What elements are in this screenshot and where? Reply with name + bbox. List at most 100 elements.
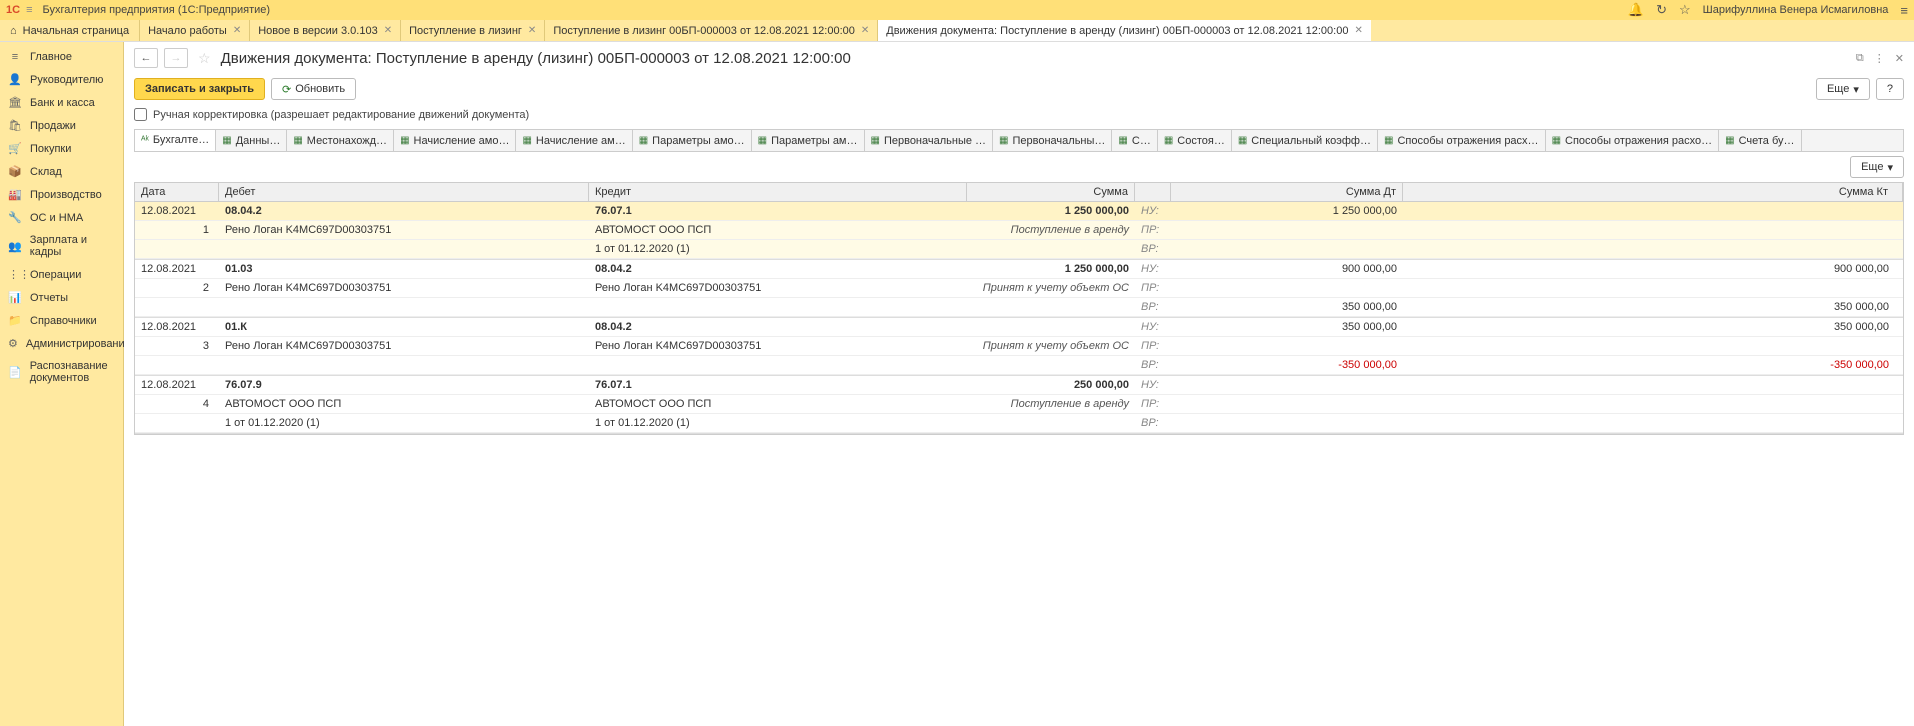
menu-icon[interactable]: ≡ <box>26 4 32 16</box>
favorite-icon[interactable]: ☆ <box>198 50 211 67</box>
table-row[interactable]: 4АВТОМОСТ ООО ПСПАВТОМОСТ ООО ПСППоступл… <box>135 395 1903 414</box>
sidebar-item[interactable]: 👤Руководителю <box>0 68 123 91</box>
sidebar-label: Банк и касса <box>30 97 95 109</box>
sidebar-item[interactable]: 🛒Покупки <box>0 137 123 160</box>
nav-forward-button[interactable]: → <box>164 48 188 68</box>
subtab[interactable]: ▦ Данны… <box>216 130 287 151</box>
doc-title: Движения документа: Поступление в аренду… <box>221 50 851 67</box>
star-icon[interactable]: ☆ <box>1679 2 1691 18</box>
subtab-label: Параметры амо… <box>652 135 745 147</box>
sidebar-item[interactable]: 🛍Продажи <box>0 114 123 137</box>
user-name[interactable]: Шарифуллина Венера Исмагиловна <box>1703 4 1889 16</box>
subtab[interactable]: ▦Параметры ам… <box>752 130 865 151</box>
col-debit[interactable]: Дебет <box>219 183 589 201</box>
table-row[interactable]: 12.08.202176.07.976.07.1250 000,00НУ: <box>135 376 1903 395</box>
toolbar: Записать и закрыть ⟳Обновить Еще ▾ ? <box>124 74 1914 104</box>
col-date[interactable]: Дата <box>135 183 219 201</box>
table-row[interactable]: 1 от 01.12.2020 (1)1 от 01.12.2020 (1)ВР… <box>135 414 1903 433</box>
sidebar-icon: 📊 <box>8 291 22 304</box>
more-icon[interactable]: ⋮ <box>1874 52 1885 65</box>
table-row[interactable]: 1 от 01.12.2020 (1)ВР: <box>135 240 1903 259</box>
sidebar-item[interactable]: 👥Зарплата и кадры <box>0 229 123 263</box>
subtab[interactable]: ▦Первоначальные … <box>865 130 994 151</box>
subtab[interactable]: ▦Специальный коэфф… <box>1232 130 1378 151</box>
sidebar-item[interactable]: 📊Отчеты <box>0 286 123 309</box>
grid-more-button[interactable]: Еще ▾ <box>1850 156 1904 178</box>
subtab[interactable]: ▦Первоначальны… <box>993 130 1112 151</box>
subtab[interactable]: ▦С… <box>1112 130 1157 151</box>
tab-label: Движения документа: Поступление в аренду… <box>886 25 1348 37</box>
refresh-button[interactable]: ⟳Обновить <box>271 78 356 100</box>
tab[interactable]: Поступление в лизинг 00БП-000003 от 12.0… <box>544 20 877 41</box>
tab-close-icon[interactable]: ✕ <box>233 25 241 36</box>
sidebar-icon: 📁 <box>8 314 22 327</box>
subtab[interactable]: ▦ Местонахожд… <box>287 130 394 151</box>
subtab[interactable]: ▦Параметры амо… <box>633 130 752 151</box>
subtab[interactable]: ▦Способы отражения расх… <box>1378 130 1546 151</box>
help-button[interactable]: ? <box>1876 78 1904 100</box>
subtab-label: Способы отражения расхо… <box>1565 135 1712 147</box>
subtab-label: Параметры ам… <box>771 135 857 147</box>
home-tab[interactable]: ⌂ Начальная страница <box>0 20 139 41</box>
tab[interactable]: Движения документа: Поступление в аренду… <box>877 20 1371 41</box>
link-icon[interactable]: ⧉ <box>1856 52 1864 65</box>
sidebar-label: Справочники <box>30 315 97 327</box>
table-row[interactable]: 2Рено Логан K4MC697D00303751Рено Логан K… <box>135 279 1903 298</box>
sidebar-item[interactable]: 🏭Производство <box>0 183 123 206</box>
sidebar-item[interactable]: 📄Распознавание документов <box>0 355 123 389</box>
subtab-label: Состоя… <box>1177 135 1225 147</box>
sidebar-item[interactable]: 🏛Банк и касса <box>0 91 123 114</box>
tab-close-icon[interactable]: ✕ <box>861 25 869 36</box>
sidebar-item[interactable]: ⋮⋮Операции <box>0 263 123 286</box>
tab[interactable]: Поступление в лизинг ✕ <box>400 20 544 41</box>
table-row[interactable]: 12.08.202108.04.276.07.11 250 000,00НУ:1… <box>135 202 1903 221</box>
subtab[interactable]: ▦Счета бу… <box>1719 130 1801 151</box>
settings-icon[interactable]: ≡ <box>1900 3 1908 18</box>
tab-close-icon[interactable]: ✕ <box>384 25 392 36</box>
table-icon: ▦ <box>222 135 231 146</box>
sidebar-item[interactable]: ⚙Администрирование <box>0 332 123 355</box>
save-close-button[interactable]: Записать и закрыть <box>134 78 265 100</box>
subtab[interactable]: ᴬᵏБухгалте… <box>135 130 216 152</box>
nav-back-button[interactable]: ← <box>134 48 158 68</box>
sidebar-label: ОС и НМА <box>30 212 83 224</box>
subtab[interactable]: ▦Начисление ам… <box>516 130 632 151</box>
tab[interactable]: Новое в версии 3.0.103✕ <box>249 20 400 41</box>
table-row[interactable]: 3Рено Логан K4MC697D00303751Рено Логан K… <box>135 337 1903 356</box>
tab-close-icon[interactable]: ✕ <box>1354 25 1362 36</box>
manual-edit-checkbox[interactable] <box>134 108 147 121</box>
tab[interactable]: Начало работы✕ <box>139 20 249 41</box>
tab-label: Поступление в лизинг <box>409 25 522 37</box>
table-row[interactable]: ВР:-350 000,00-350 000,00 <box>135 356 1903 375</box>
close-icon[interactable]: ✕ <box>1895 52 1904 65</box>
table-row[interactable]: 12.08.202101.К08.04.2НУ:350 000,00350 00… <box>135 318 1903 337</box>
app-title: Бухгалтерия предприятия (1С:Предприятие) <box>42 4 270 16</box>
subtab-label: Начисление амо… <box>414 135 510 147</box>
col-sumkt[interactable]: Сумма Кт <box>1403 183 1903 201</box>
col-sum[interactable]: Сумма <box>967 183 1135 201</box>
home-icon: ⌂ <box>10 25 17 37</box>
more-button[interactable]: Еще ▾ <box>1816 78 1870 100</box>
table-icon: ▦ <box>1164 135 1173 146</box>
sidebar-item[interactable]: 🔧 ОС и НМА <box>0 206 123 229</box>
subtab[interactable]: ▦ Состоя… <box>1158 130 1232 151</box>
table-row[interactable]: ВР:350 000,00350 000,00 <box>135 298 1903 317</box>
bell-icon[interactable]: 🔔 <box>1628 2 1644 18</box>
sidebar-icon: 🔧 <box>8 211 22 224</box>
sidebar-icon: ⋮⋮ <box>8 268 22 281</box>
tab-close-icon[interactable]: ✕ <box>528 25 536 36</box>
table-row[interactable]: 12.08.202101.0308.04.21 250 000,00НУ:900… <box>135 260 1903 279</box>
subtab[interactable]: ▦Начисление амо… <box>394 130 516 151</box>
subtab-label: Местонахожд… <box>307 135 387 147</box>
col-credit[interactable]: Кредит <box>589 183 967 201</box>
sidebar-item[interactable]: 📁 Справочники <box>0 309 123 332</box>
table-icon: ▦ <box>293 135 302 146</box>
table-icon: ▦ <box>1118 135 1127 146</box>
subtab-label: Данны… <box>236 135 281 147</box>
col-sumdt[interactable]: Сумма Дт <box>1171 183 1403 201</box>
history-icon[interactable]: ↻ <box>1656 2 1667 18</box>
subtab[interactable]: ▦Способы отражения расхо… <box>1546 130 1720 151</box>
sidebar-item[interactable]: 📦Склад <box>0 160 123 183</box>
table-row[interactable]: 1Рено Логан K4MC697D00303751АВТОМОСТ ООО… <box>135 221 1903 240</box>
sidebar-item[interactable]: ≡Главное <box>0 46 123 68</box>
